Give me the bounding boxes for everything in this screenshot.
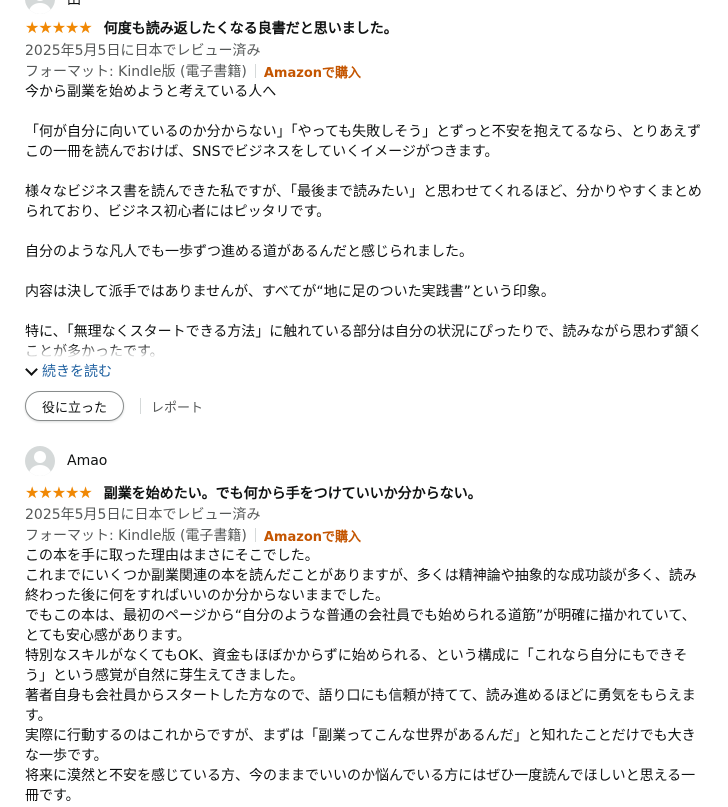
report-link[interactable]: レポート xyxy=(151,397,203,416)
review-body: この本を手に取った理由はまさにそこでした。 これまでにいくつか副業関連の本を読ん… xyxy=(25,546,705,806)
review-paragraph: 特別なスキルがなくてもOK、資金もほぼかからずに始められる、という構成に「これな… xyxy=(25,648,688,684)
review-title-row[interactable]: ★ ★ ★ ★ ★ 副業を始めたい。でも何から手をつけていいか分からない。 xyxy=(25,482,482,504)
review-paragraph: 将来に漠然と不安を感じている方、今のままでいいのか悩んでいる方にはぜひ一度読んで… xyxy=(25,768,696,804)
star-icon: ★ xyxy=(65,18,79,37)
profile-name: 田 xyxy=(67,0,81,8)
profile-row[interactable]: Amao xyxy=(25,446,107,476)
star-icon: ★ xyxy=(25,483,39,502)
profile-name: Amao xyxy=(67,453,108,469)
review-paragraph: これまでにいくつか副業関連の本を読んだことがありますが、多くは精神論や抽象的な成… xyxy=(25,568,697,604)
verified-purchase-badge: Amazonで購入 xyxy=(263,529,362,545)
star-icon: ★ xyxy=(51,483,66,502)
review-paragraph: 実際に行動するのはこれからですが、まずは「副業ってこんな世界があるんだ」と知れた… xyxy=(25,728,696,764)
format-label: フォーマット: Kindle版 (電子書籍) xyxy=(25,528,247,544)
star-icon: ★ xyxy=(65,483,79,502)
reviews-page: 田 ★ ★ ★ ★ ★ 何度も読み返したくなる良書だと思いました。 2025年5… xyxy=(0,0,728,807)
review-paragraph: この本を手に取った理由はまさにそこでした。 xyxy=(25,548,319,564)
review-actions: 役に立った レポート xyxy=(25,391,203,421)
star-rating: ★ ★ ★ ★ ★ xyxy=(25,483,93,502)
divider xyxy=(254,64,256,78)
star-rating: ★ ★ ★ ★ ★ xyxy=(25,18,93,37)
star-icon: ★ xyxy=(25,18,39,37)
verified-purchase-badge: Amazonで購入 xyxy=(263,65,362,81)
read-more-label: 続きを読む xyxy=(42,364,112,380)
review-paragraph: 著者自身も会社員からスタートした方なので、語り口にも信頼が持てて、読み進めるほど… xyxy=(25,688,696,724)
review-title-row[interactable]: ★ ★ ★ ★ ★ 何度も読み返したくなる良書だと思いました。 xyxy=(25,17,398,39)
helpful-button[interactable]: 役に立った xyxy=(25,391,125,421)
star-icon: ★ xyxy=(51,18,66,37)
review-title[interactable]: 副業を始めたい。でも何から手をつけていいか分からない。 xyxy=(104,483,482,503)
review-paragraph: 内容は決して派手ではありませんが、すべてが“地に足のついた実践書”という印象。 xyxy=(25,284,555,300)
star-icon: ★ xyxy=(38,18,52,37)
review-body-collapsed: 今から副業を始めようと考えている人へ 「何が自分に向いているのか分からない」「や… xyxy=(25,82,715,358)
format-label: フォーマット: Kindle版 (電子書籍) xyxy=(25,64,247,80)
review-date: 2025年5月5日に日本でレビュー済み xyxy=(25,507,261,523)
review-body: 今から副業を始めようと考えている人へ 「何が自分に向いているのか分からない」「や… xyxy=(25,82,705,358)
divider xyxy=(140,398,142,414)
review-paragraph: 自分のような凡人でも一歩ずつ進める道があるんだと感じられました。 xyxy=(25,244,473,260)
review-title[interactable]: 何度も読み返したくなる良書だと思いました。 xyxy=(104,18,398,38)
profile-row[interactable]: 田 xyxy=(25,0,81,14)
default-avatar-icon xyxy=(25,0,55,14)
star-icon: ★ xyxy=(78,483,92,502)
format-line: フォーマット: Kindle版 (電子書籍) Amazonで購入 xyxy=(25,525,361,545)
review-date: 2025年5月5日に日本でレビュー済み xyxy=(25,43,261,59)
format-line: フォーマット: Kindle版 (電子書籍) Amazonで購入 xyxy=(25,61,361,81)
divider xyxy=(254,528,256,542)
star-icon: ★ xyxy=(38,483,52,502)
review-paragraph: 「何が自分に向いているのか分からない」「やっても失敗しそう」とずっと不安を抱えて… xyxy=(25,124,702,160)
default-avatar-icon xyxy=(25,446,55,476)
review-paragraph: 特に、「無理なくスタートできる方法」に触れている部分は自分の状況にぴったりで、読… xyxy=(25,324,703,358)
chevron-down-icon xyxy=(25,362,38,376)
star-icon: ★ xyxy=(78,18,92,37)
review-paragraph: 今から副業を始めようと考えている人へ xyxy=(25,84,277,100)
review-paragraph: 様々なビジネス書を読んできた私ですが、「最後まで読みたい」と思わせてくれるほど、… xyxy=(25,184,702,220)
read-more-link[interactable]: 続きを読む xyxy=(25,361,112,381)
review-paragraph: でもこの本は、最初のページから“自分のような普通の会社員でも始められる道筋”が明… xyxy=(25,608,696,644)
